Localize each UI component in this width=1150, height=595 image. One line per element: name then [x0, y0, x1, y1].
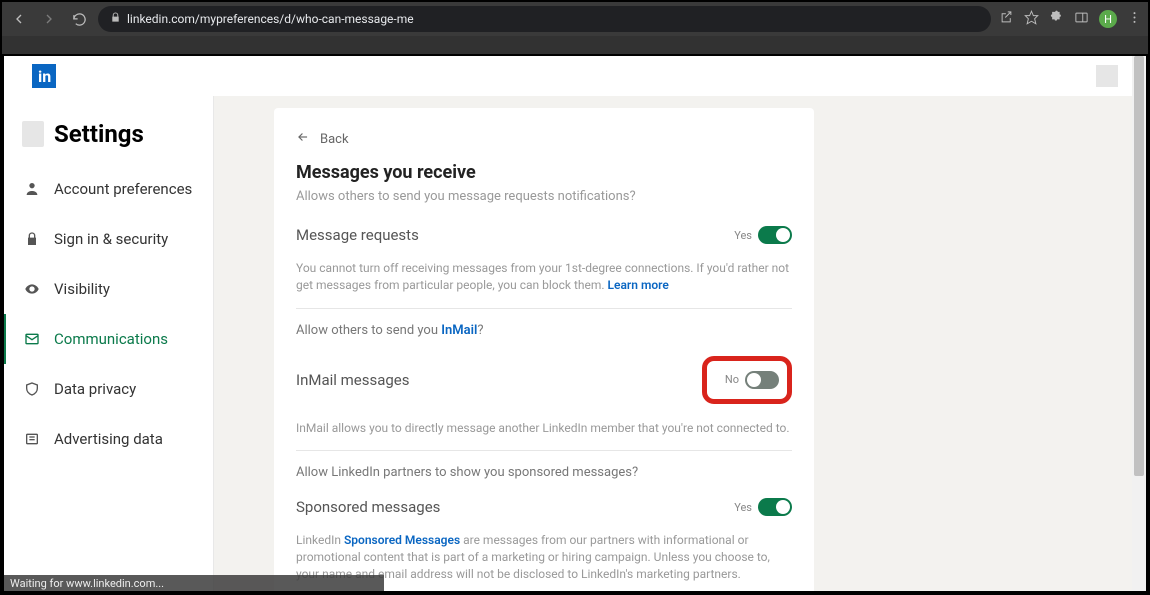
arrow-left-icon — [296, 130, 310, 148]
browser-address-bar[interactable]: linkedin.com/mypreferences/d/who-can-mes… — [98, 6, 991, 32]
settings-sidebar: Settings Account preferences Sign in & s… — [4, 96, 214, 591]
inmail-toggle[interactable] — [745, 371, 779, 389]
card-title: Messages you receive — [296, 162, 792, 183]
lock-icon — [24, 231, 40, 247]
share-icon[interactable] — [999, 10, 1014, 29]
sponsored-state: Yes — [734, 501, 752, 514]
browser-reload-button[interactable] — [68, 8, 90, 30]
sponsored-toggle[interactable] — [758, 498, 792, 516]
extensions-icon[interactable] — [1049, 10, 1064, 29]
eye-icon — [24, 281, 40, 297]
scrollbar-track[interactable] — [1132, 56, 1146, 591]
nav-visibility[interactable]: Visibility — [4, 264, 213, 314]
nav-label: Visibility — [54, 280, 110, 298]
sponsored-question: Allow LinkedIn partners to show you spon… — [296, 465, 792, 480]
linkedin-header: in — [4, 56, 1146, 96]
browser-forward-button[interactable] — [38, 8, 60, 30]
linkedin-logo[interactable]: in — [32, 64, 56, 88]
panel-icon[interactable] — [1074, 10, 1089, 29]
nav-data-privacy[interactable]: Data privacy — [4, 364, 213, 414]
browser-status-bar: Waiting for www.linkedin.com... — [4, 575, 384, 591]
person-icon — [24, 181, 40, 197]
sponsored-messages-label: Sponsored messages — [296, 498, 440, 516]
nav-advertising-data[interactable]: Advertising data — [4, 414, 213, 464]
me-avatar[interactable] — [1096, 65, 1118, 87]
mail-icon — [24, 331, 40, 347]
back-button[interactable]: Back — [296, 130, 792, 148]
nav-label: Advertising data — [54, 430, 163, 448]
settings-title-row: Settings — [4, 96, 213, 164]
browser-back-button[interactable] — [8, 8, 30, 30]
kebab-menu-icon[interactable] — [1127, 10, 1142, 29]
inmail-link[interactable]: InMail — [441, 323, 477, 338]
inmail-state: No — [725, 373, 739, 386]
scrollbar-thumb[interactable] — [1134, 56, 1144, 476]
content-area: Back Messages you receive Allows others … — [214, 96, 1146, 591]
nav-label: Sign in & security — [54, 230, 168, 248]
shield-icon — [24, 381, 40, 397]
highlight-annotation: No — [702, 356, 792, 404]
nav-communications[interactable]: Communications — [4, 314, 213, 364]
card-subhead: Allows others to send you message reques… — [296, 189, 792, 204]
message-requests-desc: You cannot turn off receiving messages f… — [296, 260, 792, 294]
inmail-messages-label: InMail messages — [296, 371, 410, 389]
inmail-question: Allow others to send you InMail? — [296, 323, 792, 338]
url-text: linkedin.com/mypreferences/d/who-can-mes… — [127, 12, 414, 26]
profile-avatar[interactable]: H — [1099, 10, 1117, 28]
nav-label: Data privacy — [54, 380, 136, 398]
browser-toolbar: linkedin.com/mypreferences/d/who-can-mes… — [2, 2, 1148, 36]
browser-bookmarks-strip — [2, 36, 1148, 54]
clipboard-icon — [22, 121, 44, 147]
svg-text:in: in — [38, 67, 51, 86]
nav-sign-in-security[interactable]: Sign in & security — [4, 214, 213, 264]
nav-label: Communications — [54, 330, 168, 348]
learn-more-link[interactable]: Learn more — [608, 278, 669, 292]
back-label: Back — [320, 132, 349, 147]
sponsored-messages-link[interactable]: Sponsored Messages — [344, 533, 460, 547]
settings-card: Back Messages you receive Allows others … — [274, 108, 814, 591]
settings-heading: Settings — [54, 120, 144, 148]
status-text: Waiting for www.linkedin.com... — [10, 577, 164, 590]
newspaper-icon — [24, 431, 40, 447]
message-requests-label: Message requests — [296, 226, 419, 244]
message-requests-toggle[interactable] — [758, 226, 792, 244]
inmail-desc: InMail allows you to directly message an… — [296, 420, 792, 437]
nav-label: Account preferences — [54, 180, 192, 198]
lock-icon — [110, 12, 121, 26]
message-requests-state: Yes — [734, 229, 752, 242]
star-icon[interactable] — [1024, 10, 1039, 29]
nav-account-preferences[interactable]: Account preferences — [4, 164, 213, 214]
